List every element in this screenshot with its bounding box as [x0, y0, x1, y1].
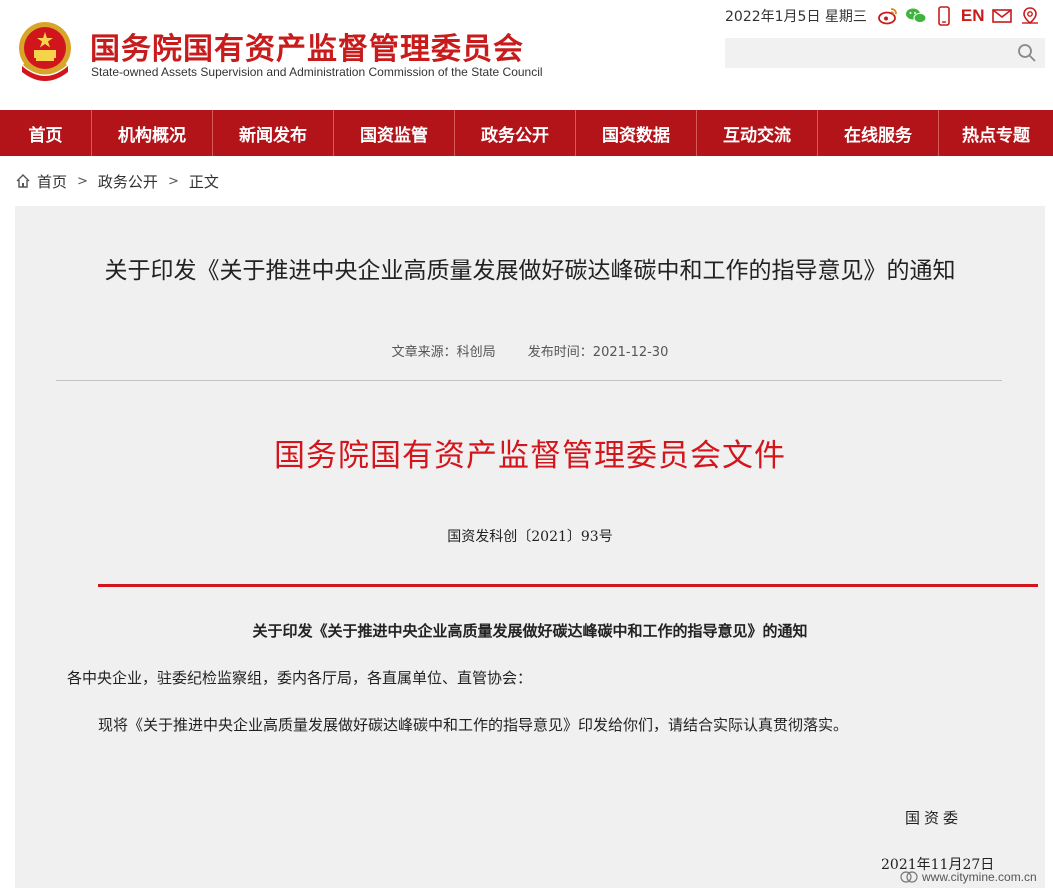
article-panel: 关于印发《关于推进中央企业高质量发展做好碳达峰碳中和工作的指导意见》的通知 文章… — [15, 206, 1045, 888]
watermark: www.citymine.com.cn — [900, 868, 1037, 886]
nav-item-government-affairs[interactable]: 政务公开 — [455, 110, 576, 156]
national-emblem-icon[interactable] — [16, 20, 74, 82]
mobile-phone-icon[interactable] — [933, 5, 955, 27]
nav-item-home[interactable]: 首页 — [0, 110, 92, 156]
search-box — [725, 38, 1045, 68]
breadcrumb-section-link[interactable]: 政务公开 — [98, 171, 158, 192]
site-header: 国务院国有资产监督管理委员会 State-owned Assets Superv… — [0, 0, 1053, 110]
breadcrumb-separator: > — [77, 173, 88, 189]
article-meta: 文章来源：科创局 发布时间：2021-12-30 — [15, 341, 1045, 360]
meta-divider — [56, 380, 1002, 381]
document-red-rule — [98, 584, 1038, 587]
nav-item-organization[interactable]: 机构概况 — [92, 110, 213, 156]
watermark-text: www.citymine.com.cn — [922, 870, 1037, 884]
top-utility-bar: 2022年1月5日 星期三 EN — [725, 4, 1041, 28]
article-source: 文章来源：科创局 — [391, 345, 496, 360]
main-navigation: 首页 机构概况 新闻发布 国资监管 政务公开 国资数据 互动交流 在线服务 热点… — [0, 110, 1053, 156]
nav-item-news[interactable]: 新闻发布 — [213, 110, 334, 156]
article-title: 关于印发《关于推进中央企业高质量发展做好碳达峰碳中和工作的指导意见》的通知 — [104, 258, 956, 284]
breadcrumb-separator: > — [167, 173, 179, 189]
site-title[interactable]: 国务院国有资产监督管理委员会 — [90, 24, 524, 68]
document-header: 国务院国有资产监督管理委员会文件 — [274, 438, 786, 474]
notice-body: 现将《关于推进中央企业高质量发展做好碳达峰碳中和工作的指导意见》印发给你们，请结… — [98, 716, 849, 734]
search-icon[interactable] — [1017, 43, 1037, 63]
document-number: 国资发科创〔2021〕93号 — [447, 529, 613, 545]
nav-item-interaction[interactable]: 互动交流 — [697, 110, 818, 156]
watermark-logo-icon — [900, 871, 918, 883]
nav-item-online-services[interactable]: 在线服务 — [818, 110, 939, 156]
home-icon[interactable] — [15, 173, 31, 189]
breadcrumb: 首页 > 政务公开 > 正文 — [15, 170, 219, 192]
nav-item-topics[interactable]: 热点专题 — [939, 110, 1053, 156]
english-version-link[interactable]: EN — [961, 6, 985, 26]
article-publish-date: 发布时间：2021-12-30 — [527, 345, 669, 360]
current-date: 2022年1月5日 星期三 — [725, 9, 867, 25]
notice-signer: 国资委 — [905, 809, 963, 827]
site-subtitle: State-owned Assets Supervision and Admin… — [91, 65, 543, 79]
breadcrumb-home-link[interactable]: 首页 — [37, 171, 67, 192]
nav-item-data[interactable]: 国资数据 — [576, 110, 697, 156]
location-pin-icon[interactable] — [1019, 5, 1041, 27]
breadcrumb-current: 正文 — [188, 172, 219, 191]
mail-icon[interactable] — [991, 5, 1013, 27]
nav-item-supervision[interactable]: 国资监管 — [334, 110, 455, 156]
notice-title: 关于印发《关于推进中央企业高质量发展做好碳达峰碳中和工作的指导意见》的通知 — [252, 622, 808, 640]
notice-salutation: 各中央企业，驻委纪检监察组，委内各厅局，各直属单位、直管协会： — [67, 669, 533, 687]
wechat-icon[interactable] — [905, 5, 927, 27]
search-input[interactable] — [725, 38, 1010, 68]
weibo-icon[interactable] — [877, 5, 899, 27]
